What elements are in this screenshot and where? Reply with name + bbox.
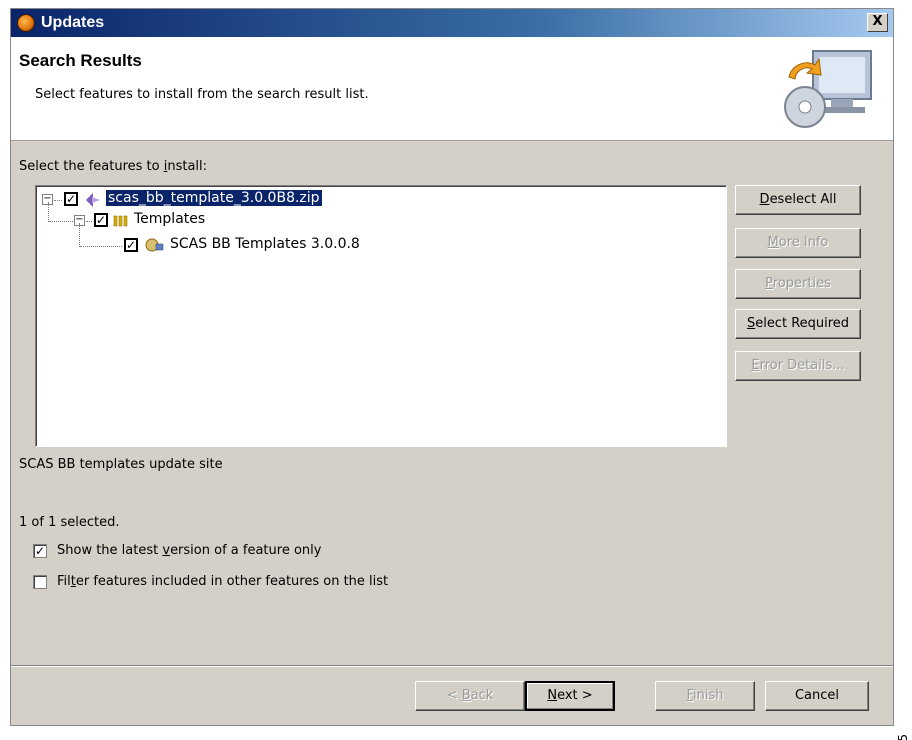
close-button[interactable]: X	[867, 13, 888, 32]
footer-separator	[11, 665, 893, 667]
tree-label: Select the features to install:	[19, 159, 208, 174]
deselect-all-button[interactable]: Deselect All	[735, 185, 861, 215]
tree-row-site[interactable]: − ✓ scas_bb_template_3.0.0B8.zip	[36, 189, 726, 210]
page-description: Select features to install from the sear…	[35, 87, 369, 102]
select-required-button[interactable]: Select Required	[735, 309, 861, 339]
filter-included-checkbox[interactable]	[33, 575, 47, 589]
latest-version-checkbox[interactable]: ✓	[33, 544, 47, 558]
error-details-button[interactable]: Error Details...	[735, 351, 861, 381]
title-bar[interactable]: Updates X	[11, 9, 893, 37]
page-title: Search Results	[19, 51, 142, 70]
features-tree[interactable]: − ✓ scas_bb_template_3.0.0B8.zip − ✓ Tem…	[35, 185, 727, 447]
wizard-header: Search Results Select features to instal…	[11, 37, 893, 141]
finish-button[interactable]: Finish	[655, 681, 755, 711]
site-checkbox[interactable]: ✓	[64, 192, 78, 206]
properties-button[interactable]: Properties	[735, 269, 861, 299]
latest-version-label[interactable]: Show the latest version of a feature onl…	[57, 543, 321, 558]
tree-row-templates[interactable]: − ✓ Templates	[36, 211, 726, 231]
templates-label: Templates	[134, 211, 206, 227]
site-icon	[86, 193, 100, 207]
feature-checkbox[interactable]: ✓	[124, 238, 138, 252]
more-info-button[interactable]: More Info	[735, 228, 861, 258]
updates-dialog: Updates X Search Results Select features…	[10, 8, 894, 726]
eclipse-icon	[17, 14, 35, 32]
site-description: SCAS BB templates update site	[19, 457, 223, 472]
templates-checkbox[interactable]: ✓	[94, 213, 108, 227]
window-title: Updates	[41, 14, 105, 31]
back-button[interactable]: < Back	[415, 681, 525, 711]
site-label: scas_bb_template_3.0.0B8.zip	[105, 189, 323, 207]
figure-id: 58965	[896, 734, 910, 740]
category-icon	[113, 215, 128, 227]
selection-count: 1 of 1 selected.	[19, 515, 120, 530]
update-computer-icon	[784, 50, 872, 128]
filter-included-label[interactable]: Filter features included in other featur…	[57, 574, 388, 589]
feature-label: SCAS BB Templates 3.0.0.8	[170, 236, 360, 252]
tree-row-feature[interactable]: ✓ SCAS BB Templates 3.0.0.8	[36, 234, 726, 254]
next-button[interactable]: Next >	[525, 681, 615, 711]
cancel-button[interactable]: Cancel	[765, 681, 869, 711]
feature-icon	[145, 238, 164, 252]
